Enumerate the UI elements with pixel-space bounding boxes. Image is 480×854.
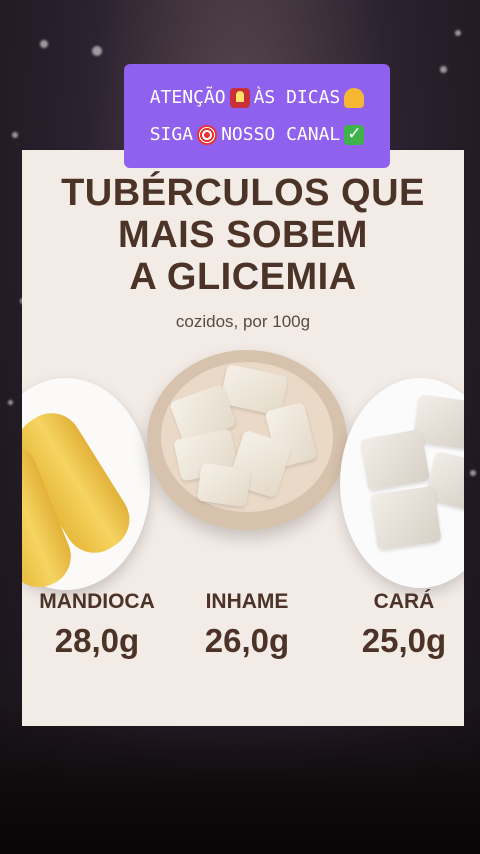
item-cara: CARÁ 25,0g [344, 590, 464, 660]
item-value: 26,0g [204, 622, 290, 659]
cara-bowl-image [340, 378, 464, 588]
banner-tips-text: ÀS DICAS [253, 87, 341, 108]
item-value: 25,0g [361, 622, 447, 659]
title-line-3: A GLICEMIA [129, 256, 357, 298]
banner-follow-text: SIGA [149, 124, 194, 145]
attention-banner: ATENÇÃO ÀS DICAS SIGA NOSSO CANAL [124, 64, 390, 168]
crowd-silhouette [0, 704, 480, 854]
item-name: MANDIOCA [39, 590, 155, 613]
item-name: INHAME [205, 590, 289, 613]
banner-attention-text: ATENÇÃO [149, 87, 226, 108]
card-subtitle: cozidos, por 100g [175, 312, 311, 331]
banner-channel-text: NOSSO CANAL [221, 124, 341, 145]
target-icon [197, 124, 218, 145]
yam-bowl-image [147, 350, 347, 530]
item-mandioca: MANDIOCA 28,0g [22, 590, 172, 660]
item-name: CARÁ [373, 590, 435, 613]
thumbs-up-icon [344, 87, 365, 108]
item-inhame: INHAME 26,0g [177, 590, 317, 660]
info-card: TUBÉRCULOS QUE MAIS SOBEM A GLICEMIA coz… [22, 150, 464, 726]
title-line-1: TUBÉRCULOS QUE [61, 172, 425, 214]
check-icon [344, 124, 365, 145]
title-line-2: MAIS SOBEM [118, 214, 368, 256]
siren-icon [229, 87, 250, 108]
item-value: 28,0g [54, 622, 140, 659]
card-title: TUBÉRCULOS QUE MAIS SOBEM A GLICEMIA [22, 172, 464, 298]
cassava-bowl-image [22, 378, 150, 597]
